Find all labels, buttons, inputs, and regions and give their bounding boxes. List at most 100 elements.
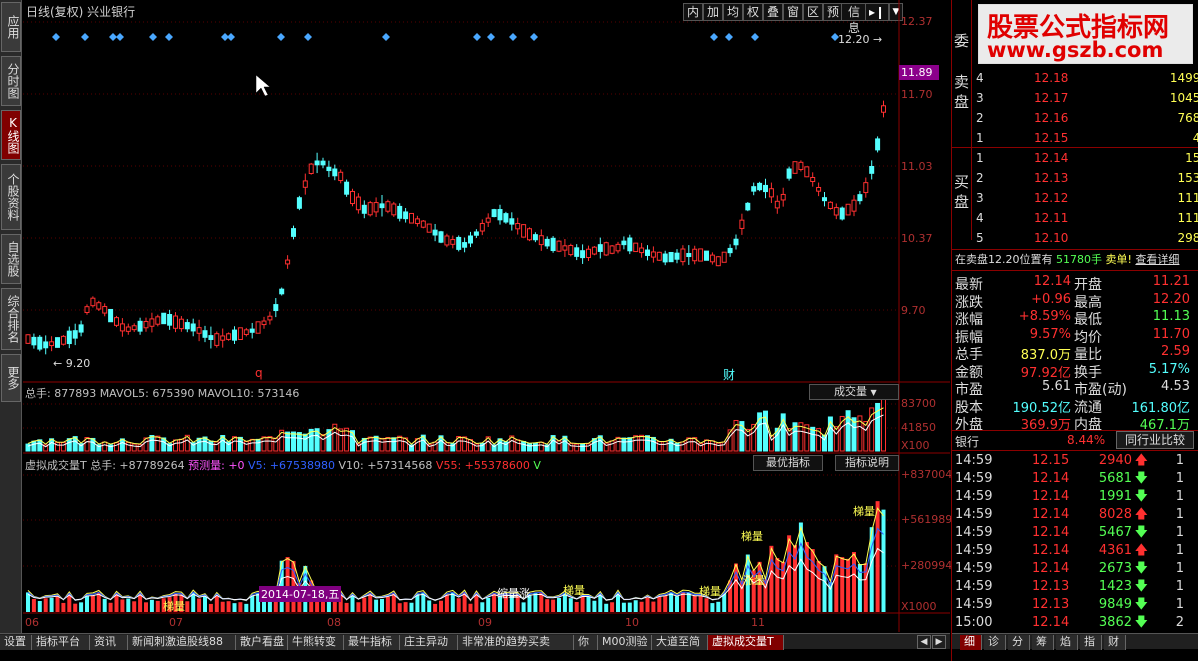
- bottom-tab-3[interactable]: 新闻刺激追股线88: [128, 635, 236, 650]
- candle-body: [43, 341, 49, 349]
- tick-row[interactable]: 14:59 12.13 1423 🡇 1: [952, 578, 1192, 596]
- sidebar-item-profile[interactable]: 个股资料: [1, 164, 21, 230]
- orderbook-row[interactable]: 4 12.18 14996: [974, 69, 1198, 87]
- best-indicator-button[interactable]: 最优指标: [753, 455, 823, 471]
- indicator-help-button[interactable]: 指标说明: [835, 455, 899, 471]
- volume-bar: [709, 440, 715, 452]
- right-tab-3[interactable]: 筹: [1032, 635, 1054, 650]
- candle-body: [668, 251, 674, 263]
- arrow-down-icon: 🡇: [1134, 579, 1148, 594]
- right-tab-4[interactable]: 焰: [1056, 635, 1078, 650]
- candle-body: [350, 190, 355, 205]
- orderbook-row[interactable]: 1 12.14 151: [974, 149, 1198, 167]
- virtual-volume-bar: [881, 509, 886, 612]
- orderbook-row[interactable]: 3 12.12 1118: [974, 189, 1198, 207]
- bottom-tab-5[interactable]: 牛熊转变: [288, 635, 344, 650]
- bottom-tab-0[interactable]: 设置: [0, 635, 32, 650]
- volume-indicator-select[interactable]: 成交量 ▼: [809, 384, 899, 400]
- industry-compare-button[interactable]: 同行业比较: [1116, 431, 1194, 449]
- sidebar-item-intraday[interactable]: 分时图: [1, 56, 21, 106]
- tick-row[interactable]: 14:59 12.14 1991 🡇 1: [952, 488, 1192, 506]
- volume: 45: [1192, 131, 1198, 145]
- virtual-volume-bar: [444, 594, 449, 612]
- virtual-volume-bar: [639, 601, 644, 612]
- bottom-tab-10[interactable]: M00测验: [598, 635, 652, 650]
- candle-body: [774, 200, 780, 209]
- right-tab-6[interactable]: 财: [1104, 635, 1126, 650]
- orderbook-row[interactable]: 3 12.17 10457: [974, 89, 1198, 107]
- orderbook-row[interactable]: 2 12.13 1536: [974, 169, 1198, 187]
- tick-row[interactable]: 14:59 12.14 4361 🡅 1: [952, 542, 1192, 560]
- sidebar-item-ranking[interactable]: 综合排名: [1, 288, 21, 350]
- sidebar-item-kline[interactable]: K线图: [1, 110, 21, 160]
- bottom-tab-4[interactable]: 散户看盘: [236, 635, 288, 650]
- sidebar-item-more[interactable]: 更多: [1, 354, 21, 402]
- candle-body: [90, 297, 96, 307]
- candle-body: [833, 207, 839, 216]
- price-tick: 11.03: [901, 160, 933, 173]
- candle-body: [208, 335, 214, 340]
- right-tab-0[interactable]: 细: [960, 635, 982, 650]
- candle-body: [72, 330, 78, 339]
- orderbook-row[interactable]: 1 12.15 45: [974, 129, 1198, 147]
- volume-bar: [715, 442, 721, 452]
- volume-tick: 83700: [901, 397, 936, 410]
- candle-body: [580, 250, 586, 259]
- orderbook-row[interactable]: 4 12.11 1117: [974, 209, 1198, 227]
- volume-bar: [249, 438, 255, 452]
- virtual-volume-bar: [185, 601, 190, 612]
- volume-bar: [255, 438, 261, 452]
- virtual-volume-bar: [704, 598, 709, 612]
- candle-body: [721, 251, 727, 263]
- tick-row[interactable]: 14:59 12.14 5681 🡇 1: [952, 470, 1192, 488]
- virtual-volume-bar: [397, 603, 402, 612]
- candle-body: [863, 182, 869, 194]
- tick-row[interactable]: 15:00 12.14 3862 🡇 2: [952, 614, 1192, 632]
- quote-label: 外盘: [955, 417, 983, 433]
- candle-body: [409, 212, 414, 224]
- tick-row[interactable]: 14:59 12.14 8028 🡅 1: [952, 506, 1192, 524]
- tick-volume: 1991: [1098, 489, 1132, 504]
- price: 12.14: [1034, 151, 1069, 165]
- sidebar-item-watchlist[interactable]: 自选股: [1, 234, 21, 284]
- orderbook-row[interactable]: 2 12.16 7682: [974, 109, 1198, 127]
- tab-scroll-left-icon[interactable]: ◀: [917, 635, 931, 649]
- bottom-tab-6[interactable]: 最牛指标: [344, 635, 400, 650]
- virtual-volume-bar: [385, 597, 390, 612]
- price: 12.10: [1034, 231, 1069, 245]
- sidebar-item-apps[interactable]: 应用: [1, 2, 21, 52]
- bottom-tab-1[interactable]: 指标平台: [32, 635, 90, 650]
- candle-body: [633, 242, 639, 253]
- right-tab-5[interactable]: 指: [1080, 635, 1102, 650]
- x-tick: 07: [169, 616, 183, 629]
- virtual-volume-bar: [238, 602, 243, 612]
- candle-body: [37, 336, 43, 350]
- quote-value: +8.59%: [1018, 309, 1071, 324]
- right-tab-1[interactable]: 诊: [984, 635, 1006, 650]
- bottom-tab-12[interactable]: 虚拟成交量T: [708, 635, 784, 650]
- kline-svg[interactable]: [23, 0, 950, 632]
- bottom-tab-8[interactable]: 非常准的趋势买卖: [458, 635, 574, 650]
- bottom-tab-11[interactable]: 大道至简: [652, 635, 708, 650]
- candle-body: [385, 201, 391, 212]
- bottom-tab-7[interactable]: 庄主异动: [400, 635, 458, 650]
- right-tab-2[interactable]: 分: [1008, 635, 1030, 650]
- x-tick: 09: [478, 616, 492, 629]
- tick-count: 1: [1175, 579, 1184, 594]
- bottom-tab-9[interactable]: 你: [574, 635, 598, 650]
- virtual-volume-bar: [798, 522, 803, 612]
- event-marker-finance[interactable]: 财: [723, 366, 735, 383]
- volume-bar: [131, 443, 137, 452]
- tick-count: 1: [1175, 471, 1184, 486]
- tab-scroll-right-icon[interactable]: ▶: [932, 635, 946, 649]
- tick-row[interactable]: 14:59 12.15 2940 🡅 1: [952, 452, 1192, 470]
- virtual-volume-bar: [692, 595, 697, 612]
- virtual-volume-bar: [710, 603, 715, 612]
- bottom-tab-2[interactable]: 资讯: [90, 635, 128, 650]
- candlesticks: [25, 100, 886, 355]
- tick-row[interactable]: 14:59 12.14 5467 🡇 1: [952, 524, 1192, 542]
- view-detail-link[interactable]: 查看详细: [1135, 253, 1179, 266]
- tick-row[interactable]: 14:59 12.14 2673 🡇 1: [952, 560, 1192, 578]
- tick-row[interactable]: 14:59 12.13 9849 🡇 1: [952, 596, 1192, 614]
- orderbook-row[interactable]: 5 12.10 2981: [974, 229, 1198, 247]
